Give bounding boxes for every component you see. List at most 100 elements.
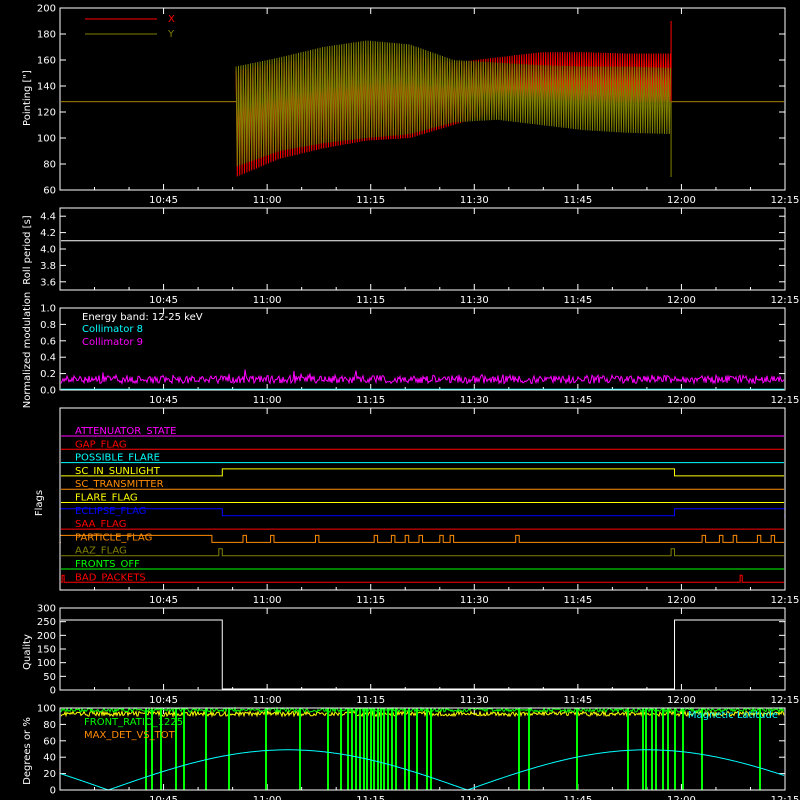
- x-tick-label: 12:00: [667, 695, 696, 706]
- flag-label: ECLIPSE_FLAG: [75, 506, 146, 517]
- x-tick-label: 12:00: [667, 295, 696, 306]
- y-tick-label: 0.4: [40, 353, 56, 364]
- flag-label: ATTENUATOR_STATE: [75, 426, 176, 437]
- y-tick-label: 100: [37, 134, 56, 145]
- x-tick-label: 11:15: [356, 695, 385, 706]
- y-tick-label: 60: [43, 186, 56, 197]
- y-tick-label: 300: [37, 604, 56, 615]
- x-tick-label: 11:45: [563, 695, 592, 706]
- x-tick-label: 11:45: [563, 795, 592, 800]
- front-ratio-label: FRONT_RATIO_1225: [84, 717, 183, 728]
- x-tick-label: 12:15: [771, 295, 800, 306]
- flag-possible-flare: POSSIBLE_FLARE: [61, 453, 784, 464]
- x-tick-label: 10:45: [149, 195, 178, 206]
- flag-label: SC_IN_SUNLIGHT: [75, 466, 161, 477]
- flag-label: SC_TRANSMITTER: [75, 479, 164, 490]
- x-tick-label: 12:00: [667, 795, 696, 800]
- roll-period-ylabel: Roll period [s]: [22, 215, 33, 284]
- x-tick-label: 12:00: [667, 595, 696, 606]
- quality-line: [61, 619, 784, 690]
- y-tick-label: 3.6: [40, 277, 56, 288]
- x-tick-label: 12:15: [771, 195, 800, 206]
- x-tick-label: 11:15: [356, 395, 385, 406]
- x-tick-label: 11:00: [253, 195, 282, 206]
- x-tick-label: 10:45: [149, 795, 178, 800]
- flag-attenuator-state: ATTENUATOR_STATE: [61, 426, 784, 437]
- flag-label: GAP_FLAG: [75, 439, 127, 450]
- flag-label: FRONTS_OFF: [75, 559, 140, 570]
- flag-sc-in-sunlight: SC_IN_SUNLIGHT: [61, 466, 784, 477]
- x-tick-label: 12:00: [667, 195, 696, 206]
- flag-line: [61, 468, 784, 477]
- y-tick-label: 160: [37, 56, 56, 67]
- x-tick-label: 11:45: [563, 195, 592, 206]
- x-tick-label: 11:00: [253, 695, 282, 706]
- x-tick-label: 11:15: [356, 295, 385, 306]
- y-tick-label: 50: [43, 672, 56, 683]
- y-tick-label: 3.8: [40, 261, 56, 272]
- pointing-legend: X Y: [85, 14, 175, 40]
- y-tick-label: 150: [37, 645, 56, 656]
- y-tick-label: 1.0: [40, 304, 56, 315]
- y-tick-label: 4.0: [40, 245, 56, 256]
- x-tick-label: 11:30: [460, 395, 489, 406]
- flag-gap-flag: GAP_FLAG: [61, 439, 784, 450]
- flag-line: [59, 534, 784, 543]
- y-tick-label: 180: [37, 30, 56, 41]
- y-tick-label: 80: [43, 160, 56, 171]
- max-det-label: MAX_DET_VS_TOT: [84, 730, 176, 741]
- roll-period-panel: Roll period [s] 3.6 3.8 4.0 4.2 4.4 10:45 11:0…: [22, 207, 800, 306]
- x-tick-label: 11:15: [356, 795, 385, 800]
- y-tick-label: 0: [50, 786, 56, 797]
- y-tick-label: 20: [43, 769, 56, 780]
- collimator8-label: Collimator 8: [82, 324, 143, 335]
- modulation-series-1: [60, 369, 785, 386]
- modulation-ylabel: Normalized modulation: [22, 292, 33, 409]
- y-tick-label: 0: [50, 686, 56, 697]
- x-tick-label: 10:45: [149, 295, 178, 306]
- x-tick-label: 12:00: [667, 395, 696, 406]
- x-tick-label: 11:30: [460, 195, 489, 206]
- x-tick-label: 12:15: [771, 695, 800, 706]
- magnetic-latitude-label: Magnetic Latitude: [688, 710, 778, 721]
- flag-particle-flag: PARTICLE_FLAG: [59, 532, 784, 543]
- pointing-panel: Pointing ["] 60 80 100 120 140 160 180 200 10:45…: [22, 4, 799, 207]
- x-tick-label: 10:45: [149, 395, 178, 406]
- x-tick-label: 11:00: [253, 295, 282, 306]
- y-tick-label: 200: [37, 4, 56, 15]
- y-tick-label: 60: [43, 736, 56, 747]
- legend-y-label: Y: [167, 29, 175, 40]
- observing-summary-plot: Pointing ["] 608010012014016018020010:45…: [22, 4, 800, 800]
- y-tick-label: 4.2: [40, 228, 56, 239]
- flag-label: PARTICLE_FLAG: [75, 532, 152, 543]
- pointing-ylabel: Pointing ["]: [22, 70, 33, 126]
- x-tick-label: 11:15: [356, 195, 385, 206]
- flags-ylabel: Flags: [34, 490, 45, 516]
- x-tick-label: 11:00: [253, 795, 282, 800]
- degrees-panel: Degrees or % 0 20 40 60 80 100 10:45 11:00 11:15…: [22, 704, 799, 800]
- x-tick-label: 11:30: [460, 795, 489, 800]
- degrees-ylabel: Degrees or %: [22, 717, 33, 785]
- flag-saa-flag: SAA_FLAG: [61, 519, 784, 530]
- x-tick-label: 11:00: [253, 595, 282, 606]
- x-tick-label: 11:15: [356, 595, 385, 606]
- y-tick-label: 0.8: [40, 320, 56, 331]
- y-tick-label: 100: [37, 658, 56, 669]
- flag-eclipse-flag: ECLIPSE_FLAG: [59, 506, 786, 517]
- x-tick-label: 11:30: [460, 295, 489, 306]
- x-tick-label: 11:00: [253, 395, 282, 406]
- modulation-panel: Normalized modulation 0.0 0.2 0.4 0.6 0.8 1.0…: [22, 292, 799, 409]
- y-tick-label: 0.0: [40, 386, 56, 397]
- y-tick-label: 4.4: [40, 212, 56, 223]
- flag-fronts-off: FRONTS_OFF: [61, 559, 784, 570]
- flags-panel: Flags 10:45 11:00 11:15 11:30 11:45 12:00 12:1…: [34, 407, 800, 606]
- flag-sc-transmitter: SC_TRANSMITTER: [61, 479, 784, 490]
- flag-line: [59, 508, 786, 517]
- flag-label: BAD_PACKETS: [75, 572, 146, 583]
- flag-label: POSSIBLE_FLARE: [75, 453, 160, 464]
- quality-panel: Quality 0 50 100 150 200 250 300 10:45 11:00 11:1…: [22, 604, 799, 707]
- panel-frame: [59, 207, 786, 291]
- x-tick-label: 12:15: [771, 595, 800, 606]
- flag-label: SAA_FLAG: [75, 519, 126, 530]
- y-tick-label: 80: [43, 720, 56, 731]
